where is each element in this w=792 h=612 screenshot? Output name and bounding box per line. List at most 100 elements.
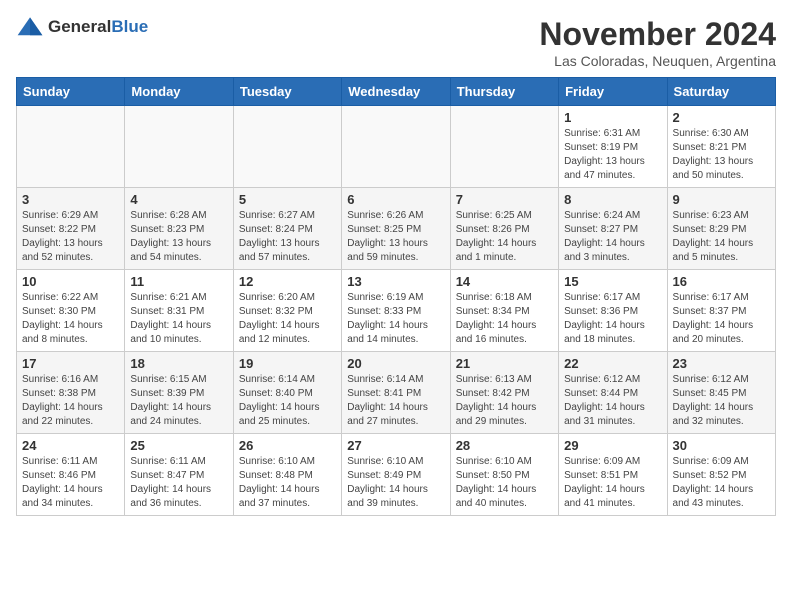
calendar-cell: 29 Sunrise: 6:09 AM Sunset: 8:51 PM Dayli… bbox=[559, 434, 667, 516]
day-info: Sunrise: 6:21 AM Sunset: 8:31 PM Dayligh… bbox=[130, 291, 227, 347]
calendar-week-1: 1 Sunrise: 6:31 AM Sunset: 8:19 PM Daylig… bbox=[17, 106, 776, 188]
day-number: 2 bbox=[673, 110, 770, 125]
day-number: 26 bbox=[239, 438, 336, 453]
day-info: Sunrise: 6:13 AM Sunset: 8:42 PM Dayligh… bbox=[456, 373, 553, 429]
logo: GeneralBlue bbox=[16, 16, 148, 38]
calendar-cell: 17Sunrise: 6:16 AM Sunset: 8:38 PM Dayli… bbox=[17, 352, 125, 434]
calendar-cell: 20 Sunrise: 6:14 AM Sunset: 8:41 PM Dayli… bbox=[342, 352, 450, 434]
day-info: Sunrise: 6:19 AM Sunset: 8:33 PM Dayligh… bbox=[347, 291, 444, 347]
day-number: 8 bbox=[564, 192, 661, 207]
col-tuesday: Tuesday bbox=[233, 78, 341, 106]
day-info: Sunrise: 6:22 AM Sunset: 8:30 PM Dayligh… bbox=[22, 291, 119, 347]
col-saturday: Saturday bbox=[667, 78, 775, 106]
day-info: Sunrise: 6:28 AM Sunset: 8:23 PM Dayligh… bbox=[130, 209, 227, 265]
day-number: 21 bbox=[456, 356, 553, 371]
calendar-cell: 1 Sunrise: 6:31 AM Sunset: 8:19 PM Daylig… bbox=[559, 106, 667, 188]
header-row: Sunday Monday Tuesday Wednesday Thursday… bbox=[17, 78, 776, 106]
day-info: Sunrise: 6:23 AM Sunset: 8:29 PM Dayligh… bbox=[673, 209, 770, 265]
page-header: GeneralBlue November 2024 Las Coloradas,… bbox=[16, 16, 776, 69]
day-number: 10 bbox=[22, 274, 119, 289]
day-number: 12 bbox=[239, 274, 336, 289]
calendar-cell: 27 Sunrise: 6:10 AM Sunset: 8:49 PM Dayli… bbox=[342, 434, 450, 516]
day-number: 24 bbox=[22, 438, 119, 453]
col-wednesday: Wednesday bbox=[342, 78, 450, 106]
title-section: November 2024 Las Coloradas, Neuquen, Ar… bbox=[539, 16, 776, 69]
day-number: 30 bbox=[673, 438, 770, 453]
day-info: Sunrise: 6:14 AM Sunset: 8:41 PM Dayligh… bbox=[347, 373, 444, 429]
col-friday: Friday bbox=[559, 78, 667, 106]
day-number: 16 bbox=[673, 274, 770, 289]
day-info: Sunrise: 6:09 AM Sunset: 8:51 PM Dayligh… bbox=[564, 455, 661, 511]
calendar-week-2: 3 Sunrise: 6:29 AM Sunset: 8:22 PM Daylig… bbox=[17, 188, 776, 270]
calendar-cell: 30 Sunrise: 6:09 AM Sunset: 8:52 PM Dayli… bbox=[667, 434, 775, 516]
day-info: Sunrise: 6:17 AM Sunset: 8:36 PM Dayligh… bbox=[564, 291, 661, 347]
calendar-cell: 6Sunrise: 6:26 AM Sunset: 8:25 PM Daylig… bbox=[342, 188, 450, 270]
calendar-cell: 21 Sunrise: 6:13 AM Sunset: 8:42 PM Dayli… bbox=[450, 352, 558, 434]
day-number: 25 bbox=[130, 438, 227, 453]
day-number: 28 bbox=[456, 438, 553, 453]
logo-general: General bbox=[48, 17, 111, 36]
day-info: Sunrise: 6:10 AM Sunset: 8:50 PM Dayligh… bbox=[456, 455, 553, 511]
month-title: November 2024 bbox=[539, 16, 776, 53]
day-info: Sunrise: 6:17 AM Sunset: 8:37 PM Dayligh… bbox=[673, 291, 770, 347]
day-number: 3 bbox=[22, 192, 119, 207]
day-number: 27 bbox=[347, 438, 444, 453]
day-info: Sunrise: 6:09 AM Sunset: 8:52 PM Dayligh… bbox=[673, 455, 770, 511]
day-info: Sunrise: 6:20 AM Sunset: 8:32 PM Dayligh… bbox=[239, 291, 336, 347]
day-info: Sunrise: 6:10 AM Sunset: 8:48 PM Dayligh… bbox=[239, 455, 336, 511]
calendar-cell bbox=[233, 106, 341, 188]
day-info: Sunrise: 6:12 AM Sunset: 8:45 PM Dayligh… bbox=[673, 373, 770, 429]
day-number: 29 bbox=[564, 438, 661, 453]
calendar-cell: 12 Sunrise: 6:20 AM Sunset: 8:32 PM Dayli… bbox=[233, 270, 341, 352]
day-number: 11 bbox=[130, 274, 227, 289]
calendar-cell: 4Sunrise: 6:28 AM Sunset: 8:23 PM Daylig… bbox=[125, 188, 233, 270]
day-info: Sunrise: 6:29 AM Sunset: 8:22 PM Dayligh… bbox=[22, 209, 119, 265]
day-info: Sunrise: 6:10 AM Sunset: 8:49 PM Dayligh… bbox=[347, 455, 444, 511]
calendar-cell: 15 Sunrise: 6:17 AM Sunset: 8:36 PM Dayli… bbox=[559, 270, 667, 352]
day-number: 6 bbox=[347, 192, 444, 207]
day-number: 19 bbox=[239, 356, 336, 371]
calendar-cell: 16 Sunrise: 6:17 AM Sunset: 8:37 PM Dayli… bbox=[667, 270, 775, 352]
day-info: Sunrise: 6:27 AM Sunset: 8:24 PM Dayligh… bbox=[239, 209, 336, 265]
calendar-cell: 8 Sunrise: 6:24 AM Sunset: 8:27 PM Daylig… bbox=[559, 188, 667, 270]
calendar-cell: 13Sunrise: 6:19 AM Sunset: 8:33 PM Dayli… bbox=[342, 270, 450, 352]
calendar-cell bbox=[125, 106, 233, 188]
day-number: 15 bbox=[564, 274, 661, 289]
calendar-cell: 28 Sunrise: 6:10 AM Sunset: 8:50 PM Dayli… bbox=[450, 434, 558, 516]
day-info: Sunrise: 6:12 AM Sunset: 8:44 PM Dayligh… bbox=[564, 373, 661, 429]
calendar-cell: 3 Sunrise: 6:29 AM Sunset: 8:22 PM Daylig… bbox=[17, 188, 125, 270]
calendar-cell: 19 Sunrise: 6:14 AM Sunset: 8:40 PM Dayli… bbox=[233, 352, 341, 434]
day-number: 1 bbox=[564, 110, 661, 125]
calendar-week-5: 24 Sunrise: 6:11 AM Sunset: 8:46 PM Dayli… bbox=[17, 434, 776, 516]
day-number: 9 bbox=[673, 192, 770, 207]
day-number: 23 bbox=[673, 356, 770, 371]
day-info: Sunrise: 6:15 AM Sunset: 8:39 PM Dayligh… bbox=[130, 373, 227, 429]
calendar-cell: 11 Sunrise: 6:21 AM Sunset: 8:31 PM Dayli… bbox=[125, 270, 233, 352]
calendar-cell: 2Sunrise: 6:30 AM Sunset: 8:21 PM Daylig… bbox=[667, 106, 775, 188]
day-info: Sunrise: 6:18 AM Sunset: 8:34 PM Dayligh… bbox=[456, 291, 553, 347]
calendar-cell bbox=[450, 106, 558, 188]
day-info: Sunrise: 6:11 AM Sunset: 8:47 PM Dayligh… bbox=[130, 455, 227, 511]
calendar-week-4: 17Sunrise: 6:16 AM Sunset: 8:38 PM Dayli… bbox=[17, 352, 776, 434]
day-info: Sunrise: 6:31 AM Sunset: 8:19 PM Dayligh… bbox=[564, 127, 661, 183]
col-sunday: Sunday bbox=[17, 78, 125, 106]
day-info: Sunrise: 6:25 AM Sunset: 8:26 PM Dayligh… bbox=[456, 209, 553, 265]
day-number: 7 bbox=[456, 192, 553, 207]
day-info: Sunrise: 6:11 AM Sunset: 8:46 PM Dayligh… bbox=[22, 455, 119, 511]
calendar-cell: 7 Sunrise: 6:25 AM Sunset: 8:26 PM Daylig… bbox=[450, 188, 558, 270]
calendar-cell: 18Sunrise: 6:15 AM Sunset: 8:39 PM Dayli… bbox=[125, 352, 233, 434]
calendar-cell: 9 Sunrise: 6:23 AM Sunset: 8:29 PM Daylig… bbox=[667, 188, 775, 270]
day-number: 20 bbox=[347, 356, 444, 371]
calendar-table: Sunday Monday Tuesday Wednesday Thursday… bbox=[16, 77, 776, 516]
day-number: 22 bbox=[564, 356, 661, 371]
location-title: Las Coloradas, Neuquen, Argentina bbox=[539, 53, 776, 69]
day-info: Sunrise: 6:14 AM Sunset: 8:40 PM Dayligh… bbox=[239, 373, 336, 429]
calendar-cell: 22 Sunrise: 6:12 AM Sunset: 8:44 PM Dayli… bbox=[559, 352, 667, 434]
calendar-cell: 24 Sunrise: 6:11 AM Sunset: 8:46 PM Dayli… bbox=[17, 434, 125, 516]
day-number: 17 bbox=[22, 356, 119, 371]
day-info: Sunrise: 6:24 AM Sunset: 8:27 PM Dayligh… bbox=[564, 209, 661, 265]
calendar-week-3: 10 Sunrise: 6:22 AM Sunset: 8:30 PM Dayli… bbox=[17, 270, 776, 352]
calendar-cell: 5Sunrise: 6:27 AM Sunset: 8:24 PM Daylig… bbox=[233, 188, 341, 270]
day-number: 14 bbox=[456, 274, 553, 289]
calendar-cell: 10 Sunrise: 6:22 AM Sunset: 8:30 PM Dayli… bbox=[17, 270, 125, 352]
